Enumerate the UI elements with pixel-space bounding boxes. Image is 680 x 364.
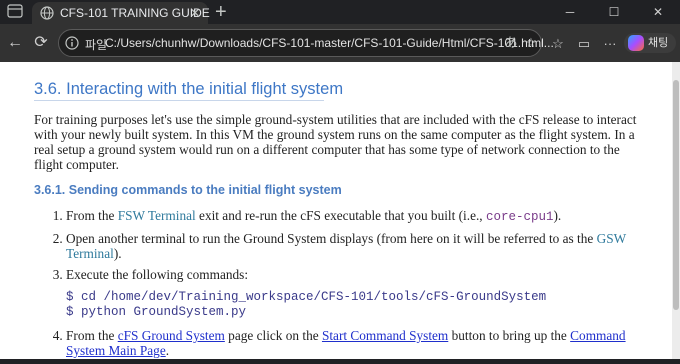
more-menu-icon[interactable]: ··· [602, 36, 618, 52]
info-icon[interactable] [65, 36, 79, 50]
step4-text: From the [66, 328, 118, 343]
step-item: Open another terminal to run the Ground … [66, 231, 640, 261]
tab-close-button[interactable]: ✕ [190, 5, 200, 21]
read-aloud-icon[interactable]: あ [503, 35, 519, 51]
collections-icon[interactable]: ▭ [576, 36, 592, 52]
subsection-heading: 3.6.1. Sending commands to the initial f… [34, 183, 342, 197]
tab-title: CFS-101 TRAINING GUIDE [60, 6, 210, 20]
url-scheme-label: 파일 [85, 38, 108, 52]
close-window-button[interactable]: ✕ [636, 0, 680, 24]
step1-text: From the [66, 208, 118, 223]
maximize-button[interactable]: ☐ [592, 0, 636, 24]
globe-icon [40, 6, 54, 20]
step-item: From the cFS Ground System page click on… [66, 328, 640, 358]
steps-list: From the FSW Terminal exit and re-run th… [34, 208, 640, 358]
page-viewport: 3.6. Interacting with the initial flight… [0, 62, 672, 359]
address-bar[interactable]: 파일 C:/Users/chunhw/Downloads/CFS-101-mas… [58, 29, 554, 57]
document-content: 3.6. Interacting with the initial flight… [34, 62, 640, 364]
refresh-button[interactable]: ⟳ [31, 33, 51, 53]
command-line: $ cd /home/dev/Training_workspace/CFS-10… [66, 290, 547, 304]
inline-code: core-cpu1 [485, 210, 554, 224]
command-block: $ cd /home/dev/Training_workspace/CFS-10… [66, 290, 640, 320]
back-button[interactable]: ← [5, 33, 25, 53]
section-title: 3.6. Interacting with the initial flight… [34, 80, 344, 98]
step1-text-mid: exit and re-run the cFS executable that … [195, 208, 486, 223]
section-underline [34, 100, 324, 101]
browser-toolbar: ← ⟳ 파일 C:/Users/chunhw/Downloads/CFS-101… [0, 24, 680, 62]
favorite-star-icon[interactable]: ☆ [523, 35, 539, 51]
favorites-icon[interactable]: ☆ [550, 36, 566, 52]
copilot-icon [628, 35, 644, 51]
section-heading: 3.6. Interacting with the initial flight… [34, 79, 640, 101]
step-item: Execute the following commands: $ cd /ho… [66, 267, 640, 320]
step4-text-mid2: button to bring up the [448, 328, 571, 343]
minimize-button[interactable]: ─ [548, 0, 592, 24]
fsw-terminal-ref[interactable]: FSW Terminal [118, 208, 196, 223]
step2-text: Open another terminal to run the Ground … [66, 231, 597, 246]
step4-text-end: . [165, 343, 170, 358]
browser-tab[interactable]: CFS-101 TRAINING GUIDE ✕ [32, 2, 210, 24]
step2-text-end: ). [113, 246, 122, 261]
step3-text: Execute the following commands: [66, 267, 249, 282]
step4-text-mid: page click on the [224, 328, 322, 343]
start-command-system-link[interactable]: Start Command System [322, 328, 448, 343]
copilot-label: 채팅 [648, 37, 669, 49]
command-line: $ python GroundSystem.py [66, 305, 247, 319]
scrollbar-thumb[interactable] [673, 80, 679, 310]
url-text[interactable]: C:/Users/chunhw/Downloads/CFS-101-master… [105, 36, 554, 50]
tab-actions-icon[interactable] [7, 4, 23, 18]
step1-text-end: ). [553, 208, 562, 223]
intro-paragraph: For training purposes let's use the simp… [34, 112, 637, 172]
tab-bar: CFS-101 TRAINING GUIDE ✕ + ─ ☐ ✕ [0, 0, 680, 24]
step-item: From the FSW Terminal exit and re-run th… [66, 208, 640, 225]
copilot-button[interactable]: 채팅 [624, 33, 676, 53]
cfs-ground-system-link[interactable]: cFS Ground System [118, 328, 225, 343]
new-tab-button[interactable]: + [215, 1, 227, 23]
